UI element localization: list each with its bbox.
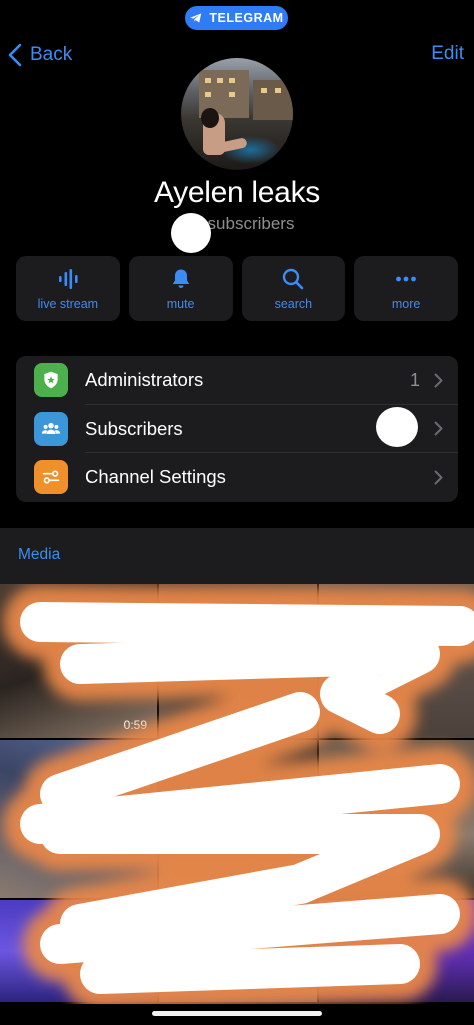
- channel-subtitle: subscribers: [0, 214, 474, 234]
- edit-button[interactable]: Edit: [431, 43, 464, 65]
- channel-name: Ayelen leaks: [154, 176, 320, 209]
- chevron-right-icon: [434, 421, 443, 436]
- redaction-dot: [376, 407, 418, 447]
- avatar-photo-window: [217, 78, 223, 83]
- media-section-header: [0, 528, 474, 584]
- chevron-right-icon: [434, 373, 443, 388]
- more-button[interactable]: more: [354, 256, 458, 321]
- redaction-dot: [171, 213, 211, 253]
- live-stream-icon: [58, 268, 78, 289]
- back-button[interactable]: Back: [8, 40, 72, 70]
- media-tab[interactable]: Media: [18, 546, 60, 564]
- avatar-photo-window: [229, 92, 235, 97]
- row-label: Administrators: [85, 369, 204, 391]
- administrators-row[interactable]: Administrators 1: [16, 356, 458, 405]
- badge-label: TELEGRAM: [209, 11, 284, 25]
- action-bar: live stream mute search more: [16, 256, 458, 321]
- channel-avatar[interactable]: [181, 58, 293, 170]
- live-stream-button[interactable]: live stream: [16, 256, 120, 321]
- action-label: more: [391, 296, 421, 311]
- avatar-photo-window: [205, 78, 211, 83]
- telegram-badge[interactable]: TELEGRAM: [185, 6, 288, 30]
- action-label: search: [274, 296, 313, 311]
- row-label: Subscribers: [85, 417, 183, 439]
- action-label: mute: [166, 296, 195, 311]
- redaction-scribble: [3, 585, 474, 1004]
- row-label: Channel Settings: [85, 466, 226, 488]
- chevron-left-icon: [8, 43, 22, 67]
- home-indicator[interactable]: [152, 1011, 322, 1016]
- channel-settings-icon-tile: [34, 460, 68, 495]
- avatar-photo-window: [205, 92, 211, 97]
- back-label: Back: [30, 44, 73, 65]
- avatar-photo-window: [229, 78, 235, 83]
- chevron-right-icon: [434, 470, 443, 485]
- shield-star-icon: [44, 371, 58, 389]
- mute-button[interactable]: mute: [128, 256, 233, 321]
- action-label: live stream: [37, 296, 99, 311]
- avatar-photo-hair: [201, 108, 219, 128]
- channel-settings-row[interactable]: Channel Settings: [16, 453, 458, 502]
- avatar-photo-window: [261, 88, 267, 93]
- administrators-icon-tile: [34, 363, 68, 398]
- avatar-photo-building: [253, 80, 293, 120]
- people-icon: [41, 422, 61, 434]
- row-value: 1: [409, 369, 420, 390]
- subtitle-text: subscribers: [207, 214, 295, 233]
- sliders-icon: [42, 470, 60, 484]
- avatar-photo-window: [275, 88, 281, 93]
- telegram-plane-icon: [190, 13, 202, 23]
- bell-icon: [172, 269, 189, 288]
- search-icon: [283, 268, 304, 289]
- search-button[interactable]: search: [241, 256, 346, 321]
- subscribers-icon-tile: [34, 411, 68, 446]
- more-dots-icon: [396, 276, 417, 281]
